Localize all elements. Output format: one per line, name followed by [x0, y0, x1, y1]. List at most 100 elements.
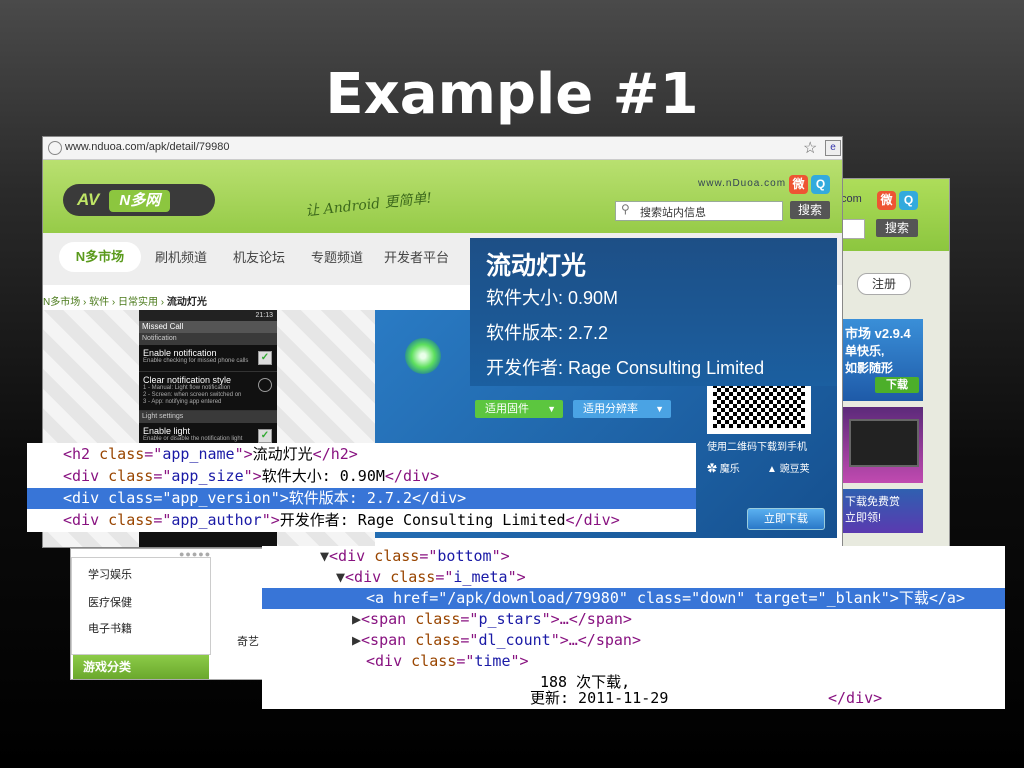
- site-url: www.nDuoa.com: [698, 178, 787, 189]
- nav-item-forum[interactable]: 机友论坛: [233, 247, 285, 266]
- phone-status-bar: 21:13: [139, 310, 277, 321]
- app-icon: [405, 338, 441, 374]
- game-category-header[interactable]: 游戏分类: [73, 655, 209, 679]
- update-date-text: 更新: 2011-11-29: [530, 689, 669, 707]
- code-attr-value: p_stars: [478, 610, 542, 628]
- chevron-down-icon: ▼: [655, 404, 664, 414]
- qzone-icon[interactable]: Q: [899, 191, 918, 210]
- code-tag: div: [402, 467, 431, 485]
- slide-title: Example #1: [325, 62, 699, 127]
- phone-section: Light settings: [139, 411, 277, 423]
- promo-title: 市场 v2.9.4: [845, 326, 911, 341]
- code-line[interactable]: <div class="app_size">软件大小: 0.90M</div>: [27, 466, 696, 487]
- category-list: 学习娱乐 医疗保健 电子书籍: [71, 557, 211, 655]
- qr-pattern: [713, 380, 805, 428]
- html-source-snippet-1: <h2 class="app_name">流动灯光</h2> <div clas…: [27, 443, 696, 532]
- checkbox-icon: ✓: [258, 429, 272, 443]
- site-header: AV N多网 让 Android 更简单! www.nDuoa.com 微 Q ⚲…: [43, 160, 842, 233]
- setting-title: Enable light: [143, 426, 191, 436]
- code-line[interactable]: ▼<div class="bottom">: [320, 546, 510, 567]
- firmware-dropdown[interactable]: 适用固件 ▼: [475, 400, 563, 418]
- code-line[interactable]: ▶<span class="dl_count">…</span>: [352, 630, 641, 651]
- nav-item-developer[interactable]: 开发者平台: [384, 247, 449, 266]
- code-text: 开发作者: Rage Consulting Limited: [279, 511, 566, 529]
- app-name: 流动灯光: [486, 252, 587, 280]
- search-placeholder: 搜索站内信息: [640, 207, 706, 219]
- code-text: 软件大小: 0.90M: [261, 467, 385, 485]
- promo-line-2: 如影随形: [845, 361, 894, 375]
- phone-time: 21:13: [255, 312, 273, 319]
- setting-sub: Enable checking for missed phone calls: [143, 358, 249, 364]
- breadcrumb-current: 流动灯光: [166, 297, 207, 308]
- market-link-1-label: 魔乐: [719, 464, 740, 475]
- nav-item-topics[interactable]: 专题频道: [311, 247, 363, 266]
- weibo-icon[interactable]: 微: [877, 191, 896, 210]
- breadcrumb: N多市场 › 软件 › 日常实用 › 流动灯光: [43, 297, 207, 308]
- logo-text: N多网: [109, 190, 171, 212]
- category-item[interactable]: 学习娱乐: [88, 566, 132, 582]
- app-label[interactable]: 奇艺: [237, 633, 259, 649]
- category-item[interactable]: 电子书籍: [88, 620, 132, 636]
- market-link-2[interactable]: ▲ 豌豆荚: [767, 460, 810, 475]
- globe-icon: [48, 141, 62, 155]
- code-line[interactable]: <h2 class="app_name">流动灯光</h2>: [27, 444, 696, 465]
- nav-item-market[interactable]: N多市场: [59, 242, 141, 272]
- code-text-line: 更新: 2011-11-29: [530, 688, 668, 709]
- download-now-button[interactable]: 立即下载: [747, 508, 825, 530]
- code-close-tag: </div>: [828, 689, 883, 707]
- code-line-selected[interactable]: <a href="/apk/download/79980" class="dow…: [366, 588, 965, 609]
- code-line[interactable]: <div class="time">: [366, 651, 529, 672]
- bg-search-button[interactable]: 搜索: [876, 219, 918, 237]
- code-attr-value: bottom: [437, 547, 492, 565]
- promo-ad-market[interactable]: 市场 v2.9.4 单快乐, 如影随形 下载: [841, 319, 923, 401]
- qr-caption: 使用二维码下载到手机: [707, 442, 807, 453]
- url-text[interactable]: www.nduoa.com/apk/detail/79980: [65, 141, 230, 153]
- code-attr-value: down: [700, 589, 737, 607]
- market-link-2-label: 豌豆荚: [779, 464, 810, 475]
- code-tag: div: [72, 489, 100, 507]
- app-author: 开发作者: Rage Consulting Limited: [486, 358, 765, 378]
- weibo-icon[interactable]: 微: [789, 175, 808, 194]
- app-info-callout: 流动灯光 软件大小: 0.90M 软件版本: 2.7.2 开发作者: Rage …: [470, 238, 837, 386]
- code-attr-value: _blank: [826, 589, 881, 607]
- code-text: 下载: [898, 589, 929, 607]
- code-line-selected[interactable]: <div class="app_version">软件版本: 2.7.2</di…: [27, 488, 696, 509]
- setting-sub: Enable or disable the notification light: [143, 436, 243, 442]
- register-button[interactable]: 注册: [857, 273, 911, 295]
- category-item[interactable]: 医疗保健: [88, 594, 132, 610]
- tablet-image: [849, 419, 919, 467]
- resolution-dropdown[interactable]: 适用分辨率 ▼: [573, 400, 671, 418]
- breadcrumb-item[interactable]: N多市场: [43, 297, 80, 308]
- market-link-1[interactable]: ✿ 魔乐: [707, 460, 740, 475]
- site-search-button[interactable]: 搜索: [790, 201, 830, 219]
- breadcrumb-item[interactable]: 日常实用: [118, 297, 158, 308]
- code-line[interactable]: ▼<div class="i_meta">: [336, 567, 526, 588]
- bg-site-url: com: [841, 193, 862, 205]
- code-attr-value: dl_count: [478, 631, 551, 649]
- bookmark-star-icon[interactable]: ☆: [803, 138, 817, 158]
- setting-sub: 1 - Manual: Light flow notification 2 - …: [143, 385, 242, 405]
- address-bar[interactable]: www.nduoa.com/apk/detail/79980 ☆ e: [43, 137, 842, 160]
- code-tag: div: [72, 467, 100, 485]
- phone-setting-row: Clear notification style 1 - Manual: Lig…: [139, 372, 277, 411]
- promo-download-button[interactable]: 下载: [875, 377, 919, 393]
- category-sidebar-screenshot: ●●●●● 学习娱乐 医疗保健 电子书籍 游戏分类 奇艺: [70, 548, 278, 680]
- code-attr-value: app_size: [171, 467, 244, 485]
- code-tag: h2: [72, 445, 91, 463]
- code-line[interactable]: ▶<span class="p_stars">…</span>: [352, 609, 632, 630]
- html-source-snippet-2: ▼<div class="bottom"> ▼<div class="i_met…: [262, 546, 1005, 709]
- search-icon: ⚲: [621, 202, 630, 216]
- code-tag: div: [430, 489, 458, 507]
- code-line[interactable]: <div class="app_author">开发作者: Rage Consu…: [27, 510, 696, 531]
- site-logo[interactable]: AV N多网: [63, 184, 215, 216]
- promo-ad-tablet[interactable]: [841, 407, 923, 483]
- promo-ad-free[interactable]: 下载免费赏 立即领!: [841, 489, 923, 533]
- code-tag: div: [72, 511, 100, 529]
- extension-icon[interactable]: e: [825, 140, 841, 156]
- site-search-input[interactable]: ⚲ 搜索站内信息: [615, 201, 783, 221]
- nav-item-rom[interactable]: 刷机频道: [155, 247, 207, 266]
- qzone-icon[interactable]: Q: [811, 175, 830, 194]
- code-text: 软件版本: 2.7.2: [288, 489, 412, 507]
- breadcrumb-item[interactable]: 软件: [89, 297, 109, 308]
- logo-mark: AV: [77, 190, 100, 209]
